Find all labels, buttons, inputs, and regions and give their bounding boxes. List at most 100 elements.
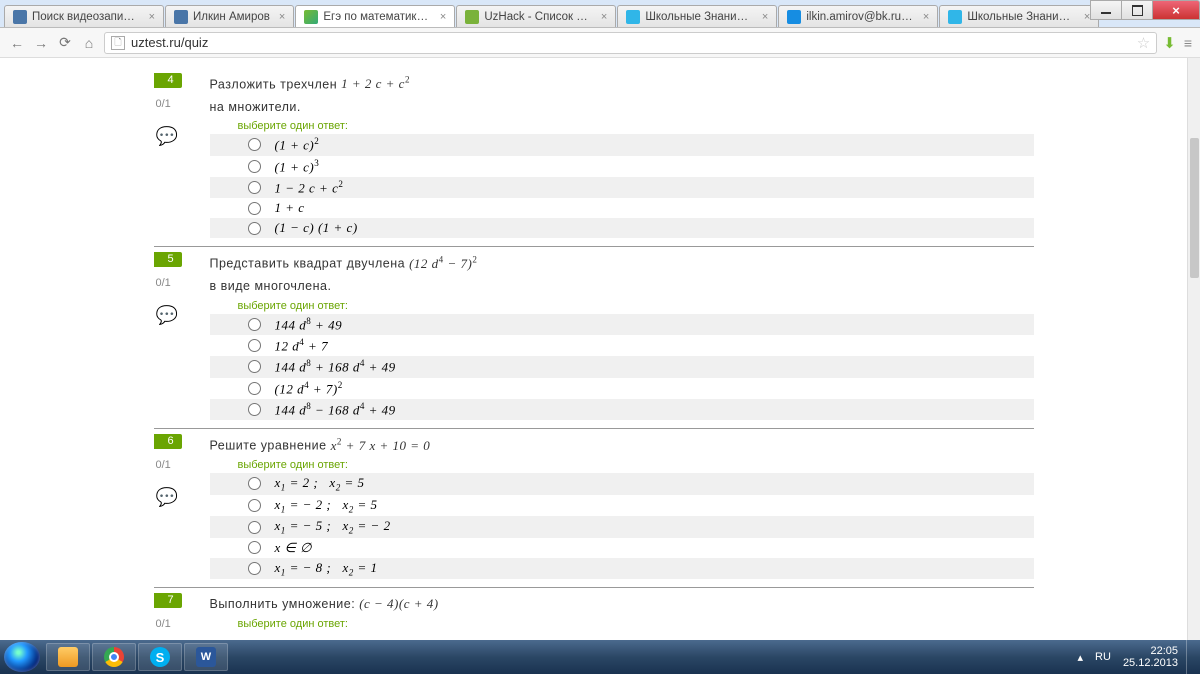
reload-button[interactable]: ⟳	[56, 34, 74, 52]
answer-text: (12 d4 + 7)2	[275, 380, 343, 397]
tab-close-icon[interactable]: ×	[149, 11, 155, 23]
question-number: 7	[154, 593, 182, 608]
answer-radio[interactable]	[248, 562, 261, 575]
tab-title: Поиск видеозаписей	[32, 11, 140, 23]
language-indicator[interactable]: RU	[1091, 649, 1115, 665]
answer-option[interactable]: x1 = − 5 ; x2 = − 2	[210, 516, 1034, 538]
home-button[interactable]: ⌂	[80, 34, 98, 52]
answer-radio[interactable]	[248, 318, 261, 331]
browser-tab[interactable]: UzHack - Список зад ×	[456, 5, 616, 27]
browser-tab[interactable]: Школьные Знания.со ×	[617, 5, 777, 27]
answer-option[interactable]: x1 = − 2 ; x2 = 5	[210, 495, 1034, 517]
question-body: Представить квадрат двучлена (12 d4 − 7)…	[202, 251, 1034, 420]
question-number: 4	[154, 73, 182, 88]
answer-radio[interactable]	[248, 339, 261, 352]
tab-close-icon[interactable]: ×	[923, 11, 929, 23]
question-text: Выполнить умножение: (c − 4)(c + 4)	[210, 592, 1034, 616]
question-instruction: выберите один ответ:	[238, 120, 1034, 132]
answer-option[interactable]: 144 d8 − 168 d4 + 49	[210, 399, 1034, 420]
answer-option[interactable]: x1 = 2 ; x2 = 5	[210, 473, 1034, 495]
question-instruction: выберите один ответ:	[238, 618, 1034, 630]
answer-radio[interactable]	[248, 202, 261, 215]
answer-radio[interactable]	[248, 521, 261, 534]
answer-radio[interactable]	[248, 382, 261, 395]
window-minimize-button[interactable]	[1090, 0, 1122, 20]
page-icon: 🗋	[111, 36, 125, 50]
window-maximize-button[interactable]	[1121, 0, 1153, 20]
tab-close-icon[interactable]: ×	[601, 11, 607, 23]
answer-radio[interactable]	[248, 138, 261, 151]
scrollbar-thumb[interactable]	[1190, 138, 1199, 278]
bookmark-star-icon[interactable]: ☆	[1137, 34, 1150, 52]
taskbar-explorer[interactable]	[46, 643, 90, 671]
tab-favicon	[13, 10, 27, 24]
folder-icon	[58, 647, 78, 667]
answer-text: 1 − 2 c + c2	[275, 179, 344, 196]
question-sidebar: 7 0/1 💬	[154, 592, 202, 640]
answer-text: x1 = − 8 ; x2 = 1	[275, 560, 378, 578]
answer-option[interactable]: (1 − c) (1 + c)	[210, 218, 1034, 238]
answer-radio[interactable]	[248, 160, 261, 173]
start-button[interactable]	[4, 642, 40, 672]
url-text: uztest.ru/quiz	[131, 35, 208, 50]
tab-close-icon[interactable]: ×	[762, 11, 768, 23]
answer-radio[interactable]	[248, 499, 261, 512]
downloads-icon[interactable]: ⬇	[1163, 34, 1176, 52]
forward-button[interactable]: →	[32, 34, 50, 52]
answer-option[interactable]: (1 + c)2	[210, 134, 1034, 155]
show-desktop-button[interactable]	[1186, 640, 1196, 674]
question-number: 6	[154, 434, 182, 449]
answer-text: x1 = 2 ; x2 = 5	[275, 475, 365, 493]
browser-tab[interactable]: ilkin.amirov@bk.ru - П ×	[778, 5, 938, 27]
answer-radio[interactable]	[248, 222, 261, 235]
answer-option[interactable]: 144 d8 + 49	[210, 314, 1034, 335]
answer-radio[interactable]	[248, 477, 261, 490]
tab-close-icon[interactable]: ×	[440, 11, 446, 23]
comment-icon[interactable]: 💬	[154, 305, 202, 326]
window-controls: ×	[1091, 0, 1200, 20]
answer-option[interactable]: 1 − 2 c + c2	[210, 177, 1034, 198]
taskbar-clock[interactable]: 22:05 25.12.2013	[1123, 645, 1178, 669]
answer-option[interactable]: 144 d8 + 168 d4 + 49	[210, 356, 1034, 377]
question-score: 0/1	[154, 277, 202, 289]
answer-option[interactable]: 12 d4 + 7	[210, 335, 1034, 356]
menu-icon[interactable]: ≡	[1184, 35, 1192, 51]
question-sidebar: 5 0/1 💬	[154, 251, 202, 420]
answer-option[interactable]: x ∈ ∅	[210, 538, 1034, 558]
tab-title: Илкин Амиров	[193, 11, 270, 23]
browser-tab[interactable]: Илкин Амиров ×	[165, 5, 294, 27]
address-bar[interactable]: 🗋 uztest.ru/quiz ☆	[104, 32, 1157, 54]
question-text: Представить квадрат двучлена (12 d4 − 7)…	[210, 251, 1034, 297]
browser-toolbar: ← → ⟳ ⌂ 🗋 uztest.ru/quiz ☆ ⬇ ≡	[0, 28, 1200, 58]
answer-text: 144 d8 + 168 d4 + 49	[275, 358, 396, 375]
comment-icon[interactable]: 💬	[154, 487, 202, 508]
tab-title: UzHack - Список зад	[484, 11, 592, 23]
question-score: 0/1	[154, 618, 202, 630]
answer-radio[interactable]	[248, 360, 261, 373]
browser-tab[interactable]: Егэ по математике, п ×	[295, 5, 455, 27]
answer-radio[interactable]	[248, 181, 261, 194]
comment-icon[interactable]: 💬	[154, 126, 202, 147]
answer-option[interactable]: x1 = − 8 ; x2 = 1	[210, 558, 1034, 580]
tray-chevron-icon[interactable]: ▴	[1078, 651, 1084, 664]
browser-tab[interactable]: Поиск видеозаписей ×	[4, 5, 164, 27]
answer-option[interactable]: (12 d4 + 7)2	[210, 378, 1034, 399]
browser-tab[interactable]: Школьные Знания.со ×	[939, 5, 1099, 27]
answer-option[interactable]: 1 + c	[210, 198, 1034, 218]
vertical-scrollbar[interactable]	[1187, 58, 1200, 640]
taskbar-skype[interactable]: S	[138, 643, 182, 671]
answer-radio[interactable]	[248, 403, 261, 416]
answer-option[interactable]: (1 + c)3	[210, 156, 1034, 177]
answer-radio[interactable]	[248, 541, 261, 554]
answer-options: x1 = 2 ; x2 = 5 x1 = − 2 ; x2 = 5 x1 = −…	[210, 473, 1034, 579]
window-close-button[interactable]: ×	[1152, 0, 1200, 20]
taskbar-word[interactable]: W	[184, 643, 228, 671]
question: 6 0/1 💬 Решите уравнение x2 + 7 x + 10 =…	[154, 428, 1034, 587]
tab-title: Школьные Знания.со	[967, 11, 1075, 23]
question-score: 0/1	[154, 98, 202, 110]
tab-close-icon[interactable]: ×	[279, 11, 285, 23]
back-button[interactable]: ←	[8, 34, 26, 52]
answer-text: 144 d8 + 49	[275, 316, 343, 333]
question-instruction: выберите один ответ:	[238, 459, 1034, 471]
taskbar-chrome[interactable]	[92, 643, 136, 671]
